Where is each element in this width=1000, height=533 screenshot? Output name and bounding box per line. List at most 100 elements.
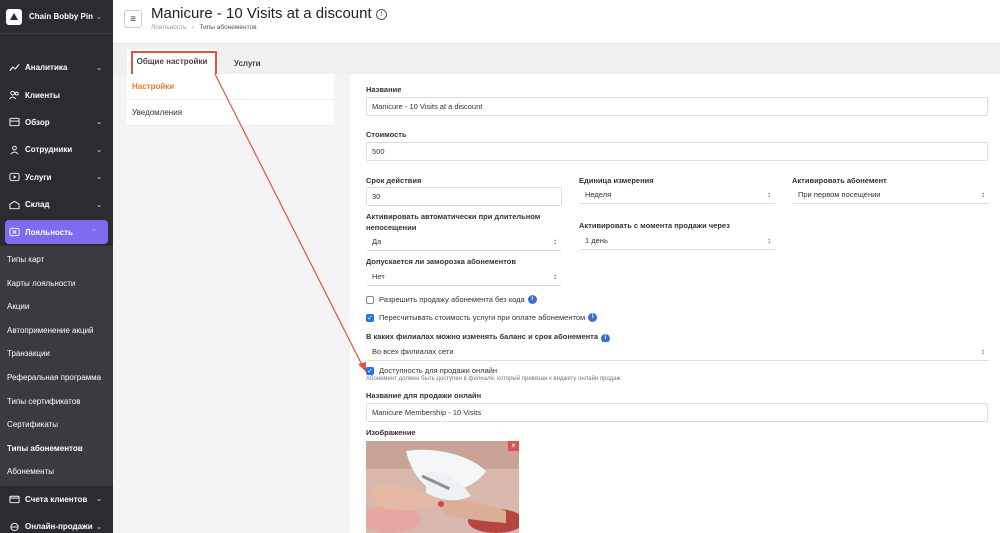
activate-from-sale-label: Активировать с момента продажи через [579, 221, 730, 230]
settings-form: Название Manicure - 10 Visits at a disco… [350, 74, 1000, 533]
submenu-item-referral[interactable]: Реферальная программа [0, 366, 113, 390]
submenu-item-promotions[interactable]: Акции [0, 295, 113, 319]
recalc-label: Пересчитывать стоимость услуги при оплат… [379, 313, 586, 322]
allow-no-code-checkbox[interactable]: Разрешить продажу абонемента без кода i [366, 295, 537, 304]
sidebar-item-loyalty[interactable]: Лояльность ⌃ [5, 220, 108, 245]
info-icon[interactable]: ! [375, 9, 387, 20]
sidebar-item-label: Услуги [25, 172, 52, 182]
submenu-item-loyalty-cards[interactable]: Карты лояльности [0, 271, 113, 295]
unit-select[interactable]: Неделя [579, 185, 776, 204]
submenu-item-membership-types[interactable]: Типы абонементов [0, 436, 113, 460]
sidebar-item-services[interactable]: Услуги ⌄ [0, 164, 113, 191]
loyalty-icon [8, 227, 20, 237]
sidebar-item-label: Клиенты [25, 90, 60, 100]
settings-nav-item-settings[interactable]: Настройки [127, 74, 334, 100]
sidebar-item-label: Обзор [25, 117, 50, 127]
sidebar-item-label: Лояльность [25, 227, 73, 237]
membership-image: × [366, 441, 519, 533]
brand-logo-icon [6, 8, 22, 25]
chevron-down-icon: ⌄ [96, 13, 102, 21]
sidebar-item-label: Онлайн-продажи [25, 522, 93, 532]
auto-activate-label-line1: Активировать автоматически при длительно… [366, 212, 541, 221]
online-sales-icon [8, 522, 20, 532]
chevron-down-icon: ⌄ [96, 146, 102, 154]
online-name-label: Название для продажи онлайн [366, 391, 482, 400]
breadcrumb-item-loyalty[interactable]: Лояльность [151, 24, 186, 31]
warehouse-icon [8, 200, 20, 210]
sidebar-menu: Аналитика ⌄ Клиенты Обзор ⌄ Сотрудники ⌄… [0, 54, 113, 533]
online-sale-label: Доступность для продажи онлайн [379, 366, 498, 375]
brand-switcher[interactable]: Chain Bobby Pin ⌄ [0, 0, 113, 34]
submenu-item-card-types[interactable]: Типы карт [0, 248, 113, 272]
sidebar-item-label: Счета клиентов [25, 494, 88, 504]
submenu-item-memberships[interactable]: Абонементы [0, 460, 113, 484]
sidebar-item-clients[interactable]: Клиенты [0, 81, 113, 108]
image-label: Изображение [366, 428, 416, 437]
breadcrumb: Лояльность › Типы абонементов [151, 24, 257, 31]
online-sale-checkbox[interactable]: ✓ Доступность для продажи онлайн [366, 366, 497, 375]
chevron-down-icon: ⌄ [96, 201, 102, 209]
tab-bar: Общие настройки Услуги [113, 44, 1000, 74]
recalc-checkbox[interactable]: ✓ Пересчитывать стоимость услуги при опл… [366, 313, 598, 322]
menu-toggle-button[interactable]: ≡ [124, 10, 142, 28]
submenu-item-certificates[interactable]: Сертификаты [0, 413, 113, 437]
duration-input[interactable]: 30 [366, 187, 562, 206]
checkbox-checked[interactable]: ✓ [366, 366, 374, 375]
page-title: Manicure - 10 Visits at a discount! [151, 5, 387, 22]
auto-activate-select[interactable]: Да [366, 232, 562, 251]
services-icon [8, 172, 20, 182]
settings-nav: Настройки Уведомления [127, 74, 334, 126]
sidebar-item-label: Сотрудники [25, 145, 73, 155]
staff-icon [8, 145, 20, 155]
breadcrumb-item-current: Типы абонементов [199, 24, 257, 31]
branches-label-text: В каких филиалах можно изменять баланс и… [366, 332, 599, 341]
name-label: Название [366, 85, 402, 94]
chevron-down-icon: ⌄ [96, 174, 102, 182]
submenu-item-certificate-types[interactable]: Типы сертификатов [0, 389, 113, 413]
sidebar-item-staff[interactable]: Сотрудники ⌄ [0, 136, 113, 163]
overview-icon [8, 117, 20, 127]
hamburger-icon: ≡ [130, 13, 136, 25]
sidebar-item-client-accounts[interactable]: Счета клиентов ⌄ [0, 486, 113, 513]
info-icon[interactable]: i [527, 295, 537, 304]
checkbox-unchecked[interactable] [366, 295, 374, 304]
sidebar-item-online-sales[interactable]: Онлайн-продажи ⌄ [0, 513, 113, 533]
page-title-text: Manicure - 10 Visits at a discount [151, 5, 372, 22]
brand-name: Chain Bobby Pin [29, 12, 93, 21]
page-header: ≡ Manicure - 10 Visits at a discount! Ло… [113, 0, 1000, 44]
activate-from-sale-select[interactable]: 1 день [579, 231, 776, 250]
branches-select[interactable]: Во всех филиалах сети [366, 342, 990, 361]
chevron-down-icon: ⌄ [96, 64, 102, 72]
settings-nav-item-notifications[interactable]: Уведомления [127, 100, 334, 126]
loyalty-submenu: Типы карт Карты лояльности Акции Автопри… [0, 245, 113, 486]
freeze-label: Допускается ли заморозка абонементов [366, 257, 516, 266]
manicure-photo [366, 441, 519, 533]
sidebar-item-overview[interactable]: Обзор ⌄ [0, 109, 113, 136]
allow-no-code-label: Разрешить продажу абонемента без кода [379, 295, 525, 304]
chevron-down-icon: ⌄ [96, 496, 102, 504]
client-accounts-icon [8, 494, 20, 504]
duration-label: Срок действия [366, 176, 422, 185]
tab-services[interactable]: Услуги [234, 59, 261, 68]
info-icon[interactable]: i [588, 313, 598, 322]
activate-select[interactable]: При первом посещении [792, 185, 990, 204]
breadcrumb-separator: › [188, 24, 198, 31]
sidebar-item-analytics[interactable]: Аналитика ⌄ [0, 54, 113, 81]
sidebar-item-warehouse[interactable]: Склад ⌄ [0, 191, 113, 218]
checkbox-checked[interactable]: ✓ [366, 313, 374, 322]
chevron-down-icon: ⌄ [96, 119, 102, 127]
sidebar-item-label: Аналитика [25, 63, 68, 73]
chevron-down-icon: ⌄ [96, 523, 102, 531]
sidebar-item-label: Склад [25, 200, 50, 210]
delete-image-button[interactable]: × [508, 441, 519, 451]
freeze-select[interactable]: Нет [366, 267, 562, 286]
cost-input[interactable]: 500 [366, 142, 988, 161]
submenu-item-transactions[interactable]: Транзакции [0, 342, 113, 366]
name-input[interactable]: Manicure - 10 Visits at a discount [366, 97, 988, 116]
online-sale-hint: Абонемент должен быть доступен в филиале… [366, 376, 621, 382]
cost-label: Стоимость [366, 130, 407, 139]
online-name-input[interactable]: Manicure Membership - 10 Visits [366, 403, 988, 422]
clients-icon [8, 90, 20, 100]
sidebar: Chain Bobby Pin ⌄ Аналитика ⌄ Клиенты Об… [0, 0, 113, 533]
submenu-item-auto-promotions[interactable]: Автоприменение акций [0, 319, 113, 343]
